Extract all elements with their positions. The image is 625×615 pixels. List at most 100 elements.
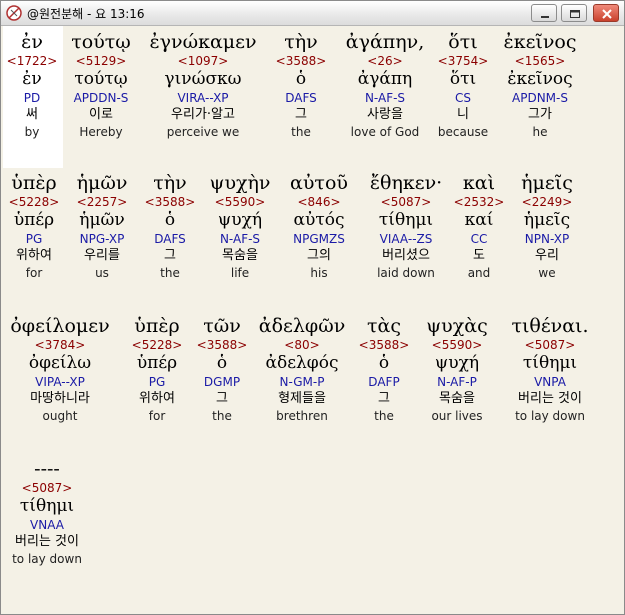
word-cell[interactable]: τὰς <3588> ὁ DAFP 그 the — [359, 314, 410, 424]
word-korean: 우리를 — [84, 248, 120, 263]
word-korean: 그 — [295, 107, 307, 122]
maximize-button[interactable] — [561, 4, 587, 22]
word-strong: <1565> — [514, 54, 566, 68]
word-lemma: ἀδελφός — [265, 353, 339, 373]
word-cell[interactable]: ἐν <1722> ἐν PD 써 by — [7, 30, 58, 140]
word-strong: <3588> — [275, 54, 327, 68]
word-parse: APDNM-S — [512, 91, 568, 105]
word-english: life — [230, 266, 250, 280]
word-lemma: τίθημι — [522, 353, 578, 373]
word-cell[interactable]: ἡμεῖς <2249> ἡμεῖς NPN-XP 우리 we — [521, 171, 573, 281]
word-strong: <3784> — [34, 338, 86, 352]
word-korean: 그가 — [528, 107, 552, 122]
word-strong: <5228> — [131, 338, 183, 352]
word-cell[interactable]: ὑπὲρ <5228> ὑπέρ PG 위하여 for — [9, 171, 60, 281]
word-parse: DAFS — [154, 232, 186, 246]
word-english: the — [291, 125, 311, 139]
word-strong: <5087> — [21, 481, 73, 495]
word-parse: PD — [23, 91, 41, 105]
word-strong: <5590> — [431, 338, 483, 352]
word-english: and — [467, 266, 491, 280]
word-strong: <3754> — [437, 54, 489, 68]
word-cell[interactable]: ἐγνώκαμεν <1097> γινώσκω VIRA--XP 우리가·알고 perc… — [149, 30, 256, 140]
word-greek: ἐγνώκαμεν — [149, 31, 257, 53]
word-korean: 이로 — [89, 107, 113, 122]
word-strong: <5087> — [380, 195, 432, 209]
word-cell[interactable]: αὐτοῦ <846> αὐτός NPGMZS 그의 his — [290, 171, 348, 281]
word-strong: <3588> — [196, 338, 248, 352]
minimize-button[interactable] — [531, 4, 557, 22]
word-english: he — [532, 125, 548, 139]
word-cell[interactable]: ἀγάπην, <26> ἀγάπη N-AF-S 사랑을 love of God — [346, 30, 424, 140]
word-lemma: καί — [464, 210, 494, 230]
word-korean: 버리셨으 — [382, 248, 430, 263]
word-cell[interactable]: ὀφείλομεν <3784> ὀφείλω VIPA--XP 마땅하니라 ought — [10, 314, 109, 424]
word-greek: τὰς — [367, 315, 401, 337]
word-lemma: ὑπέρ — [13, 210, 55, 230]
word-cell[interactable]: ὑπὲρ <5228> ὑπέρ PG 위하여 for — [132, 314, 183, 424]
word-strong: <5129> — [75, 54, 127, 68]
word-korean: 사랑을 — [367, 107, 403, 122]
word-greek: ψυχὴν — [209, 172, 271, 194]
word-parse: NPGMZS — [293, 232, 345, 246]
word-parse: PG — [25, 232, 43, 246]
word-cell[interactable]: τούτῳ <5129> τούτῳ APDDN-S 이로 Hereby — [71, 30, 131, 140]
word-lemma: ὁ — [295, 69, 307, 89]
word-greek: καὶ — [462, 172, 496, 194]
word-greek: ἡμῶν — [76, 172, 128, 194]
word-cell[interactable]: ---- <5087> τίθημι VNAA 버리는 것이 to lay down — [12, 457, 82, 567]
word-korean: 버리는 것이 — [518, 391, 582, 406]
word-parse: N-AF-P — [437, 375, 477, 389]
word-english: to lay down — [12, 552, 82, 566]
interlinear-view[interactable]: ἐν <1722> ἐν PD 써 by τούτῳ <5129> τούτῳ APDDN-S 이로… — [3, 26, 622, 612]
word-english: Hereby — [79, 125, 123, 139]
word-lemma: τίθημι — [378, 210, 434, 230]
title-bar[interactable]: @원전분해 - 요 13:16 — [1, 1, 624, 26]
word-lemma: τίθημι — [19, 496, 75, 516]
word-strong: <26> — [367, 54, 403, 68]
word-cell[interactable]: ὅτι <3754> ὅτι CS 니 because — [438, 30, 489, 140]
word-cell[interactable]: ἐκεῖνος <1565> ἐκεῖνος APDNM-S 그가 he — [504, 30, 577, 140]
word-cell[interactable]: ἡμῶν <2257> ἡμῶν NPG-XP 우리를 us — [77, 171, 128, 281]
word-english: love of God — [350, 125, 420, 139]
word-strong: <2532> — [453, 195, 505, 209]
word-strong: <3588> — [144, 195, 196, 209]
word-cell[interactable]: τὴν <3588> ὁ DAFS 그 the — [145, 171, 196, 281]
word-strong: <5590> — [214, 195, 266, 209]
word-english: to lay down — [515, 409, 585, 423]
close-button[interactable] — [593, 4, 619, 22]
word-english: ought — [42, 409, 78, 423]
word-strong: <2257> — [76, 195, 128, 209]
word-cell[interactable]: τιθέναι. <5087> τίθημι VNPA 버리는 것이 to lay dow… — [511, 314, 588, 424]
window-title: @원전분해 - 요 13:16 — [27, 7, 145, 21]
word-korean: 목숨을 — [222, 248, 258, 263]
word-lemma: ὀφείλω — [28, 353, 92, 373]
word-lemma: ἐκεῖνος — [507, 69, 573, 89]
word-cell[interactable]: τῶν <3588> ὁ DGMP 그 the — [197, 314, 248, 424]
word-greek: ψυχὰς — [426, 315, 488, 337]
word-lemma: ὅτι — [449, 69, 477, 89]
word-cell[interactable]: ψυχὴν <5590> ψυχή N-AF-S 목숨을 life — [210, 171, 271, 281]
word-korean: 마땅하니라 — [30, 391, 90, 406]
word-english: the — [160, 266, 180, 280]
word-english: we — [538, 266, 556, 280]
word-cell[interactable]: ψυχὰς <5590> ψυχή N-AF-P 목숨을 our lives — [426, 314, 487, 424]
word-english: laid down — [377, 266, 435, 280]
word-cell[interactable]: τὴν <3588> ὁ DAFS 그 the — [276, 30, 327, 140]
word-greek: ὑπὲρ — [134, 315, 180, 337]
word-lemma: ψυχή — [217, 210, 263, 230]
word-cell[interactable]: καὶ <2532> καί CC 도 and — [454, 171, 505, 281]
bible-icon — [6, 5, 22, 21]
word-cell[interactable]: ἀδελφῶν <80> ἀδελφός N-GM-P 형제들을 brethren — [259, 314, 346, 424]
word-strong: <80> — [284, 338, 320, 352]
word-lemma: ἀγάπη — [357, 69, 413, 89]
word-parse: NPG-XP — [79, 232, 125, 246]
word-parse: DAFP — [368, 375, 400, 389]
word-strong: <1722> — [6, 54, 58, 68]
word-strong: <846> — [297, 195, 341, 209]
word-parse: DGMP — [203, 375, 241, 389]
word-english: the — [212, 409, 232, 423]
word-cell[interactable]: ἔθηκεν· <5087> τίθημι VIAA--ZS 버리셨으 laid down — [370, 171, 442, 281]
word-english: because — [437, 125, 489, 139]
word-strong: <5228> — [8, 195, 60, 209]
